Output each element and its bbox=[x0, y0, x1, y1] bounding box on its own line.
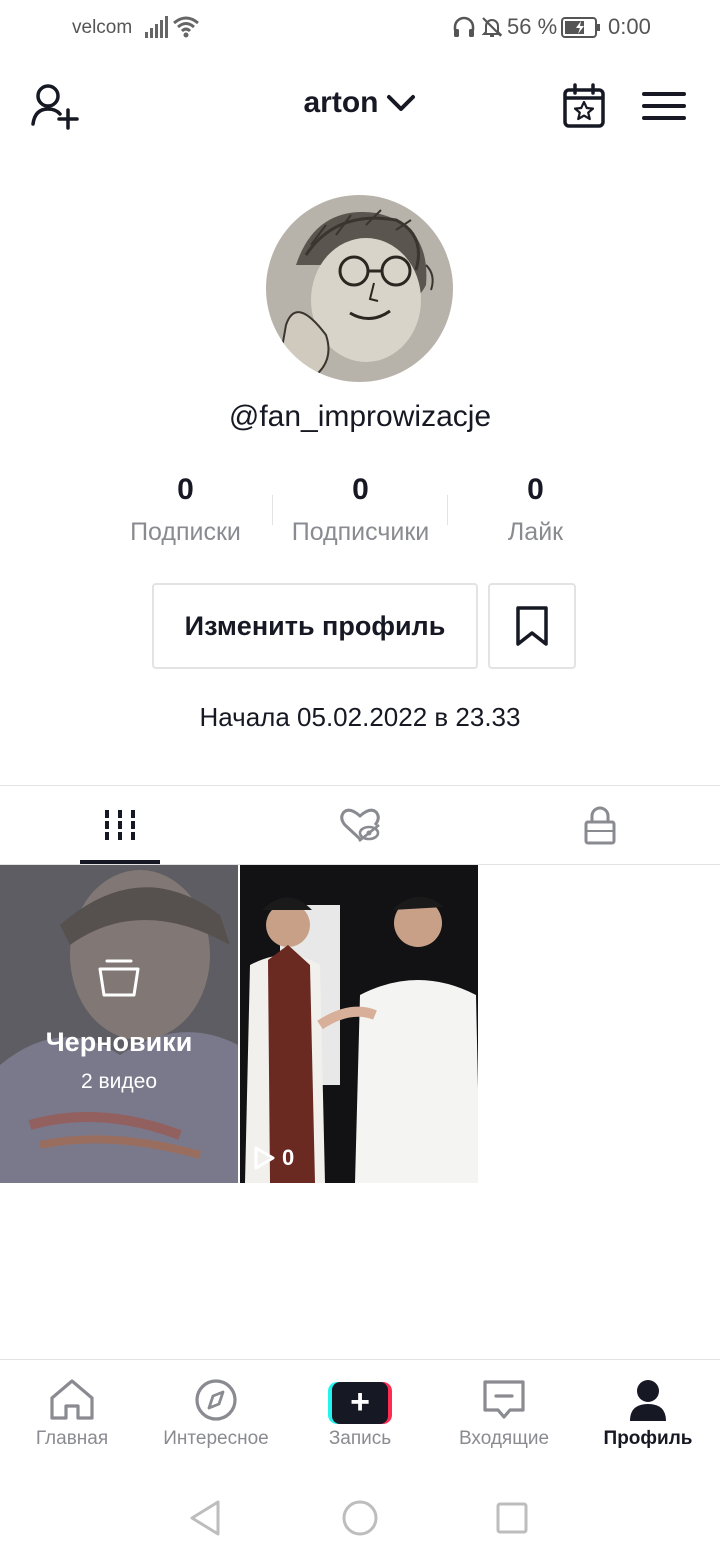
drafts-count: 2 видео bbox=[80, 1070, 157, 1093]
chevron-down-icon bbox=[386, 95, 415, 111]
profile-icon bbox=[630, 1380, 666, 1421]
home-circle-icon[interactable] bbox=[338, 1496, 382, 1540]
drafts-overlay bbox=[0, 865, 238, 1183]
tab-liked[interactable] bbox=[240, 786, 480, 864]
headphones-icon bbox=[453, 16, 475, 37]
nav-discover-label: Интересное bbox=[163, 1428, 269, 1449]
account-switcher[interactable]: arton bbox=[0, 86, 720, 120]
username: arton bbox=[303, 86, 379, 119]
nav-home-label: Главная bbox=[35, 1428, 109, 1449]
drafts-label: Черновики bbox=[45, 1027, 193, 1057]
likes-stat[interactable]: 0 Лайк bbox=[448, 470, 623, 547]
likes-count: 0 bbox=[527, 473, 544, 506]
drafts-thumbnail[interactable]: Черновики 2 видео bbox=[0, 865, 238, 1183]
wifi-icon bbox=[173, 16, 199, 38]
drafts-icon bbox=[98, 959, 140, 997]
following-stat[interactable]: 0 Подписки bbox=[98, 470, 273, 547]
video-thumbnail[interactable]: 0 bbox=[240, 865, 478, 1183]
compass-icon bbox=[195, 1379, 237, 1421]
edit-profile-button[interactable]: Изменить профиль bbox=[152, 583, 478, 669]
favorites-button[interactable] bbox=[488, 583, 576, 669]
profile-handle: @fan_improwizacje bbox=[228, 400, 492, 433]
back-icon[interactable] bbox=[184, 1496, 228, 1540]
following-label: Подписки bbox=[130, 518, 241, 546]
followers-label: Подписчики bbox=[291, 518, 430, 546]
bookmark-icon bbox=[516, 606, 548, 646]
nav-inbox[interactable]: Входящие bbox=[432, 1370, 576, 1460]
nav-create-label: Запись bbox=[328, 1428, 392, 1449]
video-thumbnail-image bbox=[240, 865, 478, 1183]
following-count: 0 bbox=[177, 473, 194, 506]
nav-create[interactable]: + Запись bbox=[288, 1370, 432, 1460]
avatar-sketch-image bbox=[266, 195, 453, 382]
tab-videos[interactable] bbox=[0, 786, 240, 864]
followers-count: 0 bbox=[352, 473, 369, 506]
menu-icon[interactable] bbox=[638, 84, 690, 128]
recents-icon[interactable] bbox=[490, 1496, 534, 1540]
nav-profile-label: Профиль bbox=[603, 1428, 693, 1449]
profile-bio: Начала 05.02.2022 в 23.33 bbox=[199, 702, 521, 732]
play-icon bbox=[254, 1146, 275, 1170]
status-bar: velcom 56 % 0:00 bbox=[0, 0, 720, 56]
home-icon bbox=[50, 1379, 94, 1420]
battery-percent: 56 % bbox=[507, 14, 558, 39]
inbox-icon bbox=[483, 1380, 525, 1419]
grid-icon bbox=[103, 810, 137, 840]
nav-inbox-label: Входящие bbox=[458, 1428, 550, 1449]
nav-discover[interactable]: Интересное bbox=[144, 1370, 288, 1460]
view-count: 0 bbox=[252, 1145, 294, 1171]
carrier-name: velcom bbox=[72, 17, 133, 38]
create-icon: + bbox=[328, 1382, 392, 1424]
clock: 0:00 bbox=[608, 14, 651, 39]
hidden-heart-icon bbox=[340, 808, 380, 843]
likes-label: Лайк bbox=[507, 518, 564, 546]
nav-home[interactable]: Главная bbox=[0, 1370, 144, 1460]
signal-icon bbox=[145, 16, 168, 38]
tab-private[interactable] bbox=[480, 786, 720, 864]
divider bbox=[0, 1359, 720, 1360]
followers-stat[interactable]: 0 Подписчики bbox=[273, 470, 448, 547]
nav-profile[interactable]: Профиль bbox=[576, 1370, 720, 1460]
lock-icon bbox=[584, 806, 616, 845]
avatar[interactable] bbox=[266, 195, 453, 382]
view-count-value: 0 bbox=[282, 1145, 295, 1170]
battery-icon bbox=[561, 17, 600, 38]
calendar-star-icon[interactable] bbox=[558, 82, 610, 130]
bell-off-icon bbox=[481, 17, 503, 37]
